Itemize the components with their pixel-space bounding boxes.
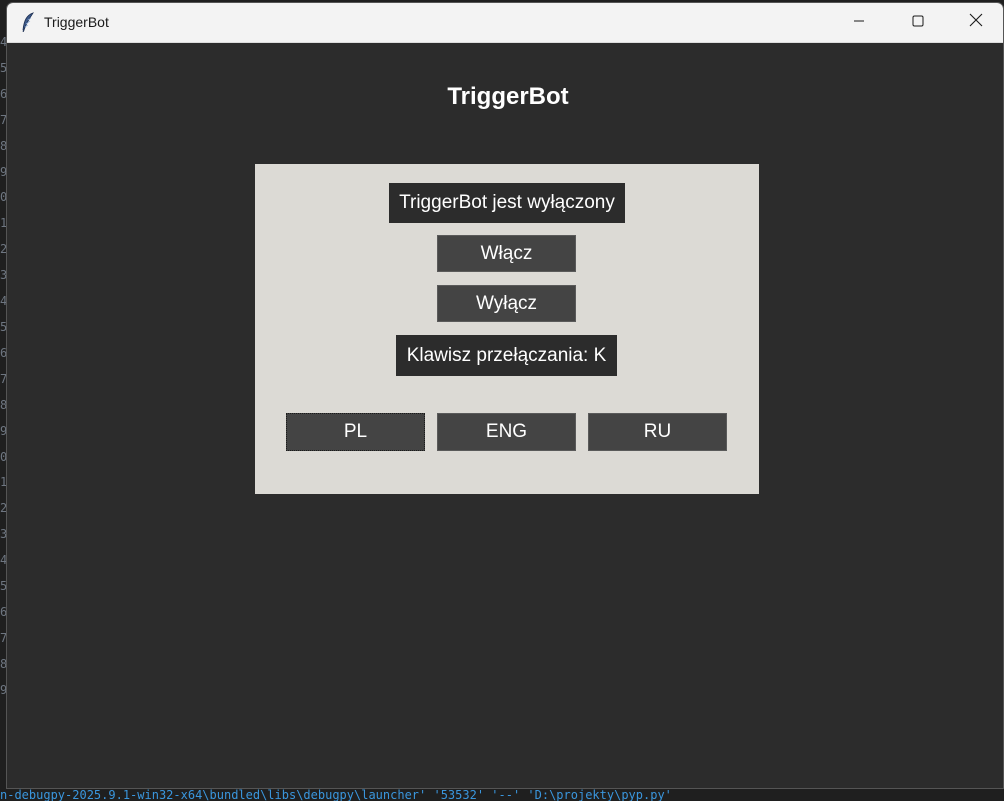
window-title: TriggerBot: [44, 14, 109, 30]
language-button-pl[interactable]: PL: [286, 413, 425, 451]
feather-icon: [21, 12, 35, 33]
minimize-button[interactable]: [830, 3, 888, 42]
disable-button[interactable]: Wyłącz: [437, 285, 576, 322]
minimize-icon: [853, 14, 865, 32]
app-window: TriggerBot TriggerBot TriggerBot jest wy…: [6, 2, 1004, 789]
maximize-button[interactable]: [889, 3, 947, 42]
app-heading: TriggerBot: [447, 83, 569, 110]
language-button-ru[interactable]: RU: [588, 413, 727, 451]
status-label: TriggerBot jest wyłączony: [389, 183, 625, 223]
terminal-output: n-debugpy-2025.9.1-win32-x64\bundled\lib…: [0, 789, 672, 801]
close-icon: [969, 13, 983, 32]
close-button[interactable]: [947, 3, 1003, 42]
hotkey-label: Klawisz przełączania: K: [396, 335, 617, 376]
control-panel: TriggerBot jest wyłączony Włącz Wyłącz K…: [255, 164, 759, 494]
language-button-eng[interactable]: ENG: [437, 413, 576, 451]
title-bar[interactable]: TriggerBot: [7, 3, 1003, 43]
maximize-icon: [912, 14, 924, 32]
window-content: TriggerBot TriggerBot jest wyłączony Włą…: [7, 43, 1003, 788]
enable-button[interactable]: Włącz: [437, 235, 576, 272]
